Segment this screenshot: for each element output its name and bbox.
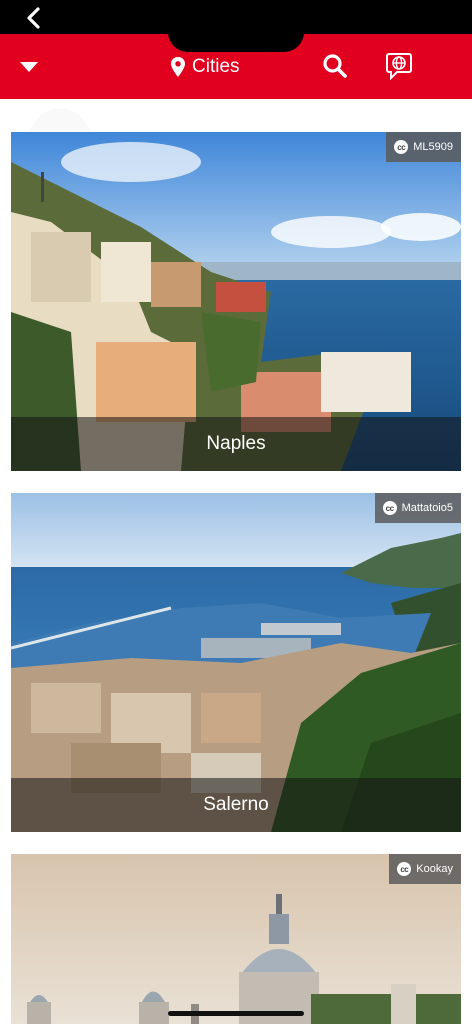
- photo-credit-text: ML5909: [413, 141, 453, 153]
- city-name-label: Naples: [11, 417, 461, 471]
- photo-credit-text: Mattatoio5: [401, 502, 453, 514]
- search-icon: [323, 54, 347, 78]
- chevron-left-icon: [27, 7, 40, 29]
- photo-credit-badge[interactable]: cc ML5909: [386, 132, 461, 162]
- city-card-salerno[interactable]: cc Mattatoio5 Salerno: [11, 493, 461, 832]
- back-button[interactable]: [18, 4, 48, 32]
- city-card-3[interactable]: cc Kookay: [11, 854, 461, 1024]
- photo-credit-text: Kookay: [416, 863, 453, 875]
- creative-commons-icon: cc: [382, 501, 397, 515]
- home-indicator[interactable]: [168, 1011, 304, 1016]
- city-name-label: Salerno: [11, 778, 461, 832]
- search-button[interactable]: [320, 51, 350, 81]
- menu-dropdown-button[interactable]: [14, 52, 44, 82]
- globe-chat-icon: [386, 53, 412, 80]
- photo-credit-badge[interactable]: cc Kookay: [389, 854, 461, 884]
- language-button[interactable]: [383, 50, 415, 82]
- creative-commons-icon: cc: [397, 862, 412, 876]
- device-notch: [168, 0, 304, 52]
- caret-down-icon: [20, 62, 38, 72]
- map-pin-icon: [171, 57, 185, 77]
- page-title: Cities: [170, 52, 240, 82]
- photo-credit-badge[interactable]: cc Mattatoio5: [374, 493, 461, 523]
- page-title-text: Cities: [192, 56, 240, 77]
- city-card-naples[interactable]: cc ML5909 Naples: [11, 132, 461, 471]
- creative-commons-icon: cc: [394, 140, 409, 154]
